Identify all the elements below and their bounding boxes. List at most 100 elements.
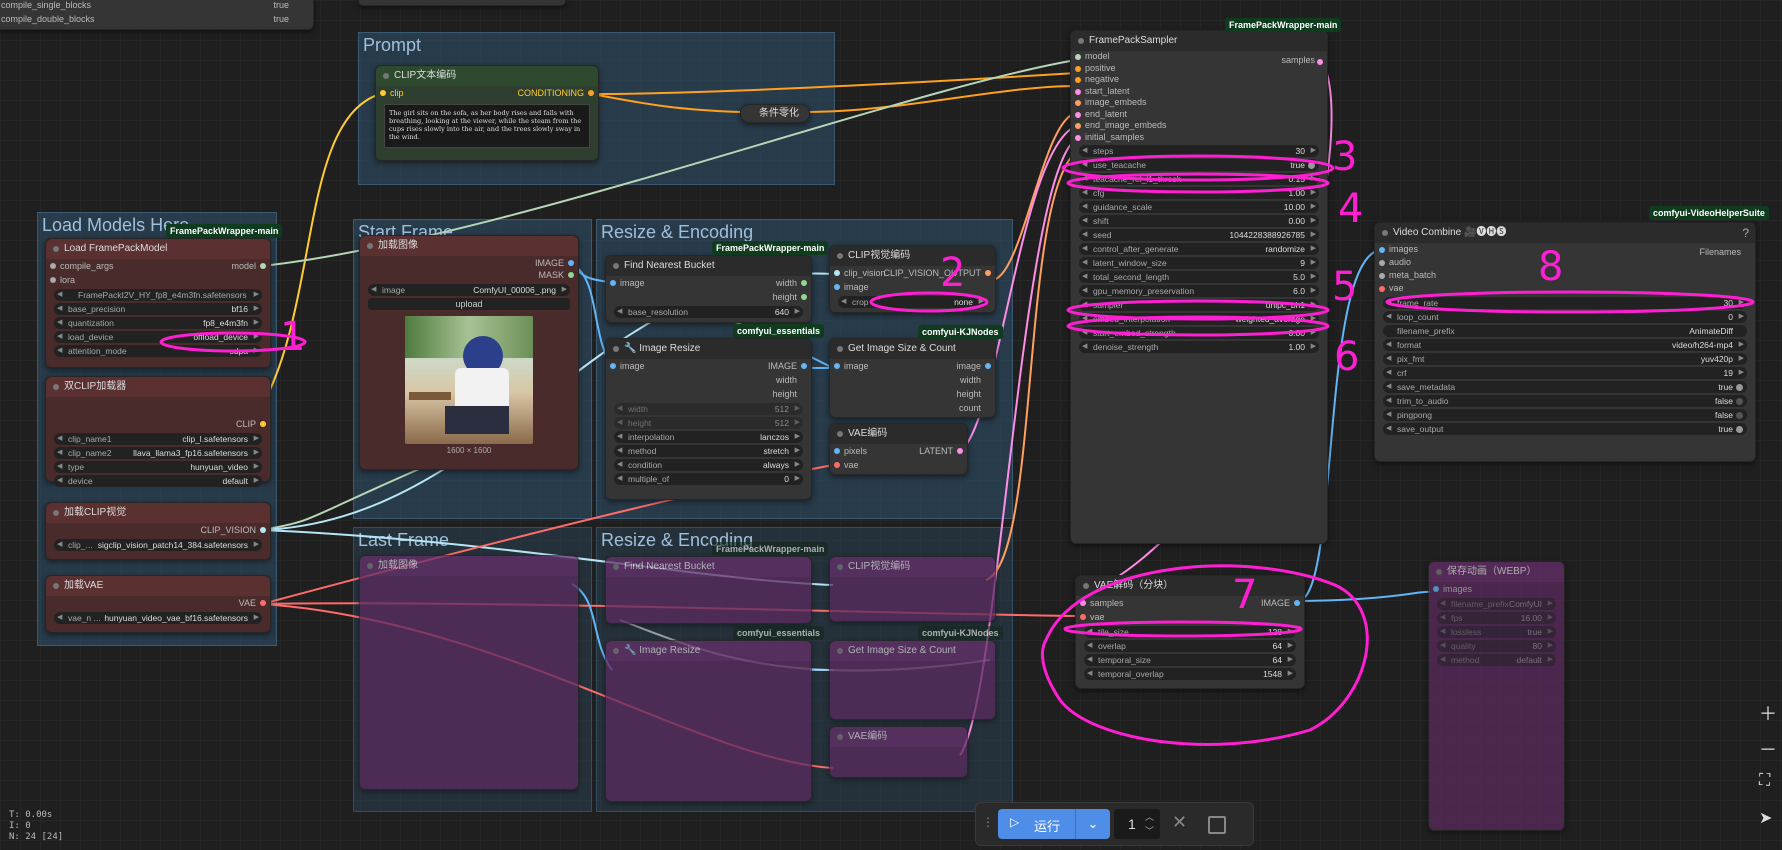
last-frame-image-resize-node[interactable]: 🔧 Image Resize <box>605 640 812 802</box>
video-combine-node[interactable]: Video Combine 🎥🅥🅗🅢 ? images audio meta_bat… <box>1374 222 1756 462</box>
vae-encode-latent-socket[interactable] <box>957 448 963 454</box>
save-webp-widget[interactable]: fps 16.00 <box>1437 612 1556 624</box>
video-combine-input-socket[interactable] <box>1379 247 1385 253</box>
gis-image-in-socket[interactable] <box>834 363 840 369</box>
conditioning-out-socket[interactable] <box>588 90 594 96</box>
image-resize-node[interactable]: 🔧 Image Resize image IMAGE width height w… <box>605 338 812 500</box>
run-options-chevron-icon[interactable]: ⌄ <box>1075 809 1110 839</box>
sampler-input-socket[interactable] <box>1075 65 1081 72</box>
sampler-widget[interactable]: shift 0.00 <box>1079 215 1319 227</box>
video-combine-widget[interactable]: frame_rate 30 <box>1383 297 1747 309</box>
compile-args-node[interactable]: compile_single_blocks true compile_double… <box>0 0 314 30</box>
last-frame-find-bucket-node[interactable]: Find Nearest Bucket <box>605 556 812 624</box>
video-combine-widget[interactable]: format video/h264-mp4 <box>1383 339 1747 351</box>
gis-image-out-socket[interactable] <box>985 363 991 369</box>
sampler-input-socket[interactable] <box>1075 111 1081 118</box>
clip-name2-select[interactable]: clip_name2 llava_llama3_fp16.safetensors <box>54 447 262 459</box>
video-combine-widget[interactable]: save_output true <box>1383 423 1747 435</box>
save-webp-widget[interactable]: lossless true <box>1437 626 1556 638</box>
sampler-input-socket[interactable] <box>1075 88 1081 95</box>
sampler-widget[interactable]: teacache_rel_l1_thresh 0.15 <box>1079 173 1319 185</box>
quantization-select[interactable]: quantization fp8_e4m3fn <box>54 317 262 329</box>
crop-select[interactable]: crop none <box>838 296 987 308</box>
cve-clip-vision-socket[interactable] <box>834 270 840 276</box>
save-webp-node[interactable]: 保存动画（WEBP） images filename_prefixComfyUI… <box>1428 561 1565 831</box>
vae-decode-widget[interactable]: temporal_size 64 <box>1084 654 1296 666</box>
image-out-socket[interactable] <box>568 260 574 266</box>
clip-vision-loader-node[interactable]: 加载CLIP视觉 CLIP_VISION clip_... sigclip_vis… <box>45 502 271 560</box>
save-webp-widget[interactable]: quality 80 <box>1437 640 1556 652</box>
save-webp-images-socket[interactable] <box>1433 586 1439 592</box>
vae-decode-image-socket[interactable] <box>1294 600 1300 606</box>
conditioning-zero-node[interactable]: 条件零化 <box>740 104 810 123</box>
resize-image-socket[interactable] <box>610 363 616 369</box>
video-combine-widget[interactable]: pingpong false <box>1383 409 1747 421</box>
help-icon[interactable]: ? <box>1742 226 1749 240</box>
vae-select[interactable]: vae_n ...hunyuan_video_vae_bf16.safetens… <box>54 612 262 624</box>
sampler-widget[interactable]: total_second_length 5.0 <box>1079 271 1319 283</box>
resize-height-input[interactable]: height 512 <box>614 417 803 429</box>
top-cut-node[interactable] <box>358 0 566 6</box>
sampler-input-socket[interactable] <box>1075 77 1081 83</box>
video-combine-input-socket[interactable] <box>1379 260 1385 266</box>
type-select[interactable]: type hunyuan_video <box>54 461 262 473</box>
sampler-widget[interactable]: seed 1044228388926785 <box>1079 229 1319 241</box>
video-combine-widget[interactable]: filename_prefix AnimateDiff <box>1383 325 1747 337</box>
bucket-height-socket[interactable] <box>801 294 807 300</box>
prompt-textarea[interactable]: The girl sits on the sofa, as her body r… <box>384 104 590 148</box>
condition-select[interactable]: condition always <box>614 459 803 471</box>
video-combine-widget[interactable]: crf 19 <box>1383 367 1747 379</box>
decrement-icon[interactable]: ﹀ <box>1145 824 1154 837</box>
sampler-input-socket[interactable] <box>1075 100 1081 106</box>
last-frame-vae-encode-node[interactable]: VAE编码 <box>829 726 968 778</box>
framepack-sampler-node[interactable]: FramePackSampler model positive negative st… <box>1070 30 1328 544</box>
video-combine-widget[interactable]: pix_fmt yuv420p <box>1383 353 1747 365</box>
clip-name1-select[interactable]: clip_name1 clip_l.safetensors <box>54 433 262 445</box>
zoom-out-icon[interactable]: － <box>1759 736 1777 762</box>
vae-encode-node[interactable]: VAE编码 pixels LATENT vae <box>829 423 968 475</box>
interpolation-select[interactable]: interpolation lanczos <box>614 431 803 443</box>
image-select[interactable]: image ComfyUI_00006_.png <box>368 284 570 296</box>
video-combine-widget[interactable]: loop_count 0 <box>1383 311 1747 323</box>
sampler-widget[interactable]: steps 30 <box>1079 145 1319 157</box>
video-combine-input-socket[interactable] <box>1379 286 1385 292</box>
sampler-widget[interactable]: latent_window_size 9 <box>1079 257 1319 269</box>
clip-in-socket[interactable] <box>380 90 386 96</box>
sampler-widget[interactable]: embed_interpolation weighted_average <box>1079 313 1319 325</box>
vae-decode-widget[interactable]: tile_size 128 <box>1084 626 1296 638</box>
increment-icon[interactable]: ︿ <box>1145 810 1154 823</box>
vae-loader-node[interactable]: 加载VAE VAE vae_n ...hunyuan_video_vae_bf1… <box>45 575 271 633</box>
clip-vision-encode-node[interactable]: CLIP视觉编码 clip_vision CLIP_VISION_OUTPUT i… <box>829 245 996 313</box>
vae-out-socket[interactable] <box>260 600 266 606</box>
base-resolution-input[interactable]: base_resolution 640 <box>614 306 803 318</box>
video-combine-widget[interactable]: trim_to_audio false <box>1383 395 1747 407</box>
mask-out-socket[interactable] <box>568 272 574 278</box>
sampler-widget[interactable]: guidance_scale 10.00 <box>1079 201 1319 213</box>
upload-button[interactable]: upload <box>368 298 570 310</box>
compile-args-socket[interactable] <box>50 263 56 269</box>
clip-vision-select[interactable]: clip_... sigclip_vision_patch14_384.safet… <box>54 539 262 551</box>
run-button[interactable]: ▷ 运行 ⌄ <box>998 809 1110 839</box>
save-webp-widget[interactable]: method default <box>1437 654 1556 666</box>
cve-image-socket[interactable] <box>834 284 840 290</box>
last-frame-clip-vision-node[interactable]: CLIP视觉编码 <box>829 556 996 622</box>
device-select[interactable]: device default <box>54 475 262 487</box>
multiple-of-input[interactable]: multiple_of 0 <box>614 473 803 485</box>
sampler-input-socket[interactable] <box>1075 54 1081 60</box>
load-image-node[interactable]: 加载图像 IMAGE MASK imageComfyUI_00006_.png … <box>359 235 579 470</box>
lora-socket[interactable] <box>50 277 56 283</box>
save-webp-widget[interactable]: filename_prefixComfyUI <box>1437 598 1556 610</box>
last-frame-load-image-node[interactable]: 加载图像 <box>359 555 579 790</box>
sampler-samples-out-socket[interactable] <box>1317 59 1323 65</box>
load-device-select[interactable]: load_device offload_device <box>54 331 262 343</box>
attention-mode-select[interactable]: attention_mode sdpa <box>54 345 262 357</box>
sampler-widget[interactable]: cfg 1.00 <box>1079 187 1319 199</box>
method-select[interactable]: method stretch <box>614 445 803 457</box>
model-select[interactable]: FramePackI2V_HY_fp8_e4m3fn.safetensors <box>54 289 262 301</box>
stop-icon[interactable] <box>1208 816 1226 834</box>
model-out-socket[interactable] <box>260 263 266 269</box>
sampler-widget[interactable]: gpu_memory_preservation 6.0 <box>1079 285 1319 297</box>
vae-decode-widget[interactable]: overlap 64 <box>1084 640 1296 652</box>
clip-out-socket[interactable] <box>260 421 266 427</box>
sampler-widget[interactable]: sampler unipc_bh1 <box>1079 299 1319 311</box>
